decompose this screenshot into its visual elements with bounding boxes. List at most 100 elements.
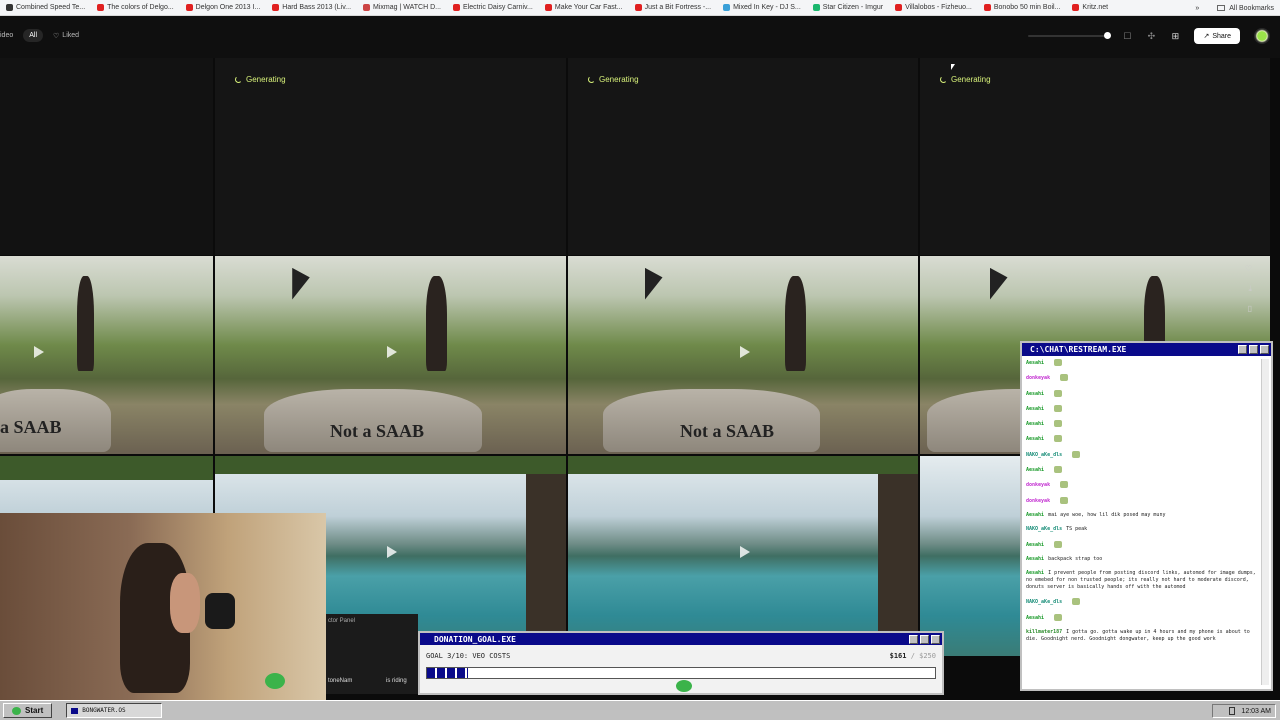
pirate-figure <box>76 275 94 371</box>
chat-username[interactable]: Aesahi <box>1026 406 1044 412</box>
youtube-icon <box>544 4 552 11</box>
emote-icon <box>1054 389 1063 397</box>
grid-cell-generating[interactable]: Generating <box>568 58 918 255</box>
donation-progress-bar <box>426 667 936 679</box>
share-button[interactable]: ↗ Share <box>1194 28 1240 44</box>
play-icon[interactable] <box>740 346 750 358</box>
bookmark-item[interactable]: Kritz.net <box>1066 0 1114 15</box>
emote-icon <box>1054 420 1063 428</box>
mixmag-icon <box>363 4 371 11</box>
chat-message: donkeyak <box>1026 374 1259 382</box>
donation-amount: $161 / $250 <box>890 652 936 660</box>
video-thumbnail[interactable]: Not a SAAB <box>568 256 918 454</box>
chat-username[interactable]: donkeyak <box>1026 375 1050 381</box>
chat-username[interactable]: Aesahi <box>1026 615 1044 621</box>
grid-cell-empty[interactable] <box>0 58 213 255</box>
bookmark-item[interactable]: Combined Speed Te... <box>0 0 91 15</box>
bookmark-item[interactable]: Villalobos - Fizheuo... <box>889 0 978 15</box>
play-icon[interactable] <box>387 546 397 558</box>
settings-icon[interactable]: ✣ <box>1146 31 1156 41</box>
donation-window[interactable]: DONATION_GOAL.EXE GOAL 3/10: VEO COSTS $… <box>418 631 944 695</box>
chat-window[interactable]: C:\CHAT\RESTREAM.EXE Aesahi donkeyak Aesah… <box>1020 341 1273 691</box>
chat-message: NAKO_aKe_dls TS peak <box>1026 526 1259 533</box>
close-button[interactable] <box>931 635 940 644</box>
play-icon[interactable] <box>387 346 397 358</box>
chat-message: NAKO_aKe_dls <box>1026 598 1259 606</box>
minimize-button[interactable] <box>1238 345 1247 354</box>
chat-scrollbar[interactable] <box>1261 359 1269 685</box>
heart-icon[interactable]: ♡ <box>1245 264 1252 273</box>
close-button[interactable] <box>1260 345 1269 354</box>
youtube-icon <box>895 4 903 11</box>
streamer-face <box>170 573 200 633</box>
chat-username[interactable]: donkeyak <box>1026 498 1050 504</box>
chat-message: Aesahi backpack strap too <box>1026 556 1259 563</box>
avatar[interactable] <box>1254 28 1270 44</box>
window-controls <box>1238 345 1269 354</box>
tree-trunk <box>526 456 566 656</box>
video-thumbnail[interactable]: Not a SAAB <box>215 256 566 454</box>
trash-icon[interactable]: ▯ <box>1248 304 1252 313</box>
grid-view-icon[interactable]: ⊞ <box>1170 31 1180 41</box>
bookmark-item[interactable]: Make Your Car Fast... <box>539 0 629 15</box>
start-button[interactable]: Start <box>3 703 53 718</box>
video-thumbnail[interactable] <box>920 456 1020 656</box>
download-icon[interactable]: ⤓ <box>1248 284 1252 294</box>
chat-username[interactable]: Aesahi <box>1026 360 1044 366</box>
bookmark-item[interactable]: Hard Bass 2013 (Liv... <box>266 0 357 15</box>
panel-name: toneNam <box>328 678 353 684</box>
filter-all-tab[interactable]: All <box>23 29 44 42</box>
youtube-icon <box>1072 4 1080 11</box>
chat-username[interactable]: donkeyak <box>1026 482 1050 488</box>
maximize-button[interactable] <box>1249 345 1258 354</box>
list-view-icon[interactable]: ☐ <box>1122 31 1132 41</box>
minimize-button[interactable] <box>909 635 918 644</box>
bookmark-item[interactable]: Delgon One 2013 I... <box>180 0 267 15</box>
donation-titlebar[interactable]: DONATION_GOAL.EXE <box>420 633 942 645</box>
chat-username[interactable]: NAKO_aKe_dls <box>1026 452 1062 458</box>
grid-cell-generating[interactable]: Generating <box>215 58 566 255</box>
chat-username[interactable]: Aesahi <box>1026 391 1044 397</box>
taskbar-item[interactable]: BONGWATER.OS <box>66 703 163 718</box>
window-icon <box>71 707 79 714</box>
spinner-icon <box>940 76 947 83</box>
bookmark-item[interactable]: Mixed In Key - DJ S... <box>717 0 807 15</box>
bookmark-item[interactable]: Star Citizen - Imgur <box>807 0 889 15</box>
chat-username[interactable]: Aesahi <box>1026 556 1044 562</box>
all-bookmarks-link[interactable]: All Bookmarks <box>1229 5 1274 12</box>
chat-titlebar[interactable]: C:\CHAT\RESTREAM.EXE <box>1022 343 1271 356</box>
filter-liked-tab[interactable]: ♡ Liked <box>53 32 79 40</box>
bookmark-item[interactable]: The colors of Delgo... <box>91 0 180 15</box>
filter-video-tab[interactable]: ideo <box>0 32 13 39</box>
bookmark-item[interactable]: Mixmag | WATCH D... <box>357 0 447 15</box>
mouse-cursor <box>951 64 955 70</box>
play-icon[interactable] <box>740 546 750 558</box>
zoom-slider-knob[interactable] <box>1104 32 1112 39</box>
bookmarks-overflow-icon[interactable]: » <box>1195 5 1199 12</box>
emote-icon <box>1054 613 1063 621</box>
chat-username[interactable]: NAKO_aKe_dls <box>1026 526 1062 532</box>
frog-icon <box>265 673 285 689</box>
play-icon[interactable] <box>34 346 44 358</box>
maximize-button[interactable] <box>920 635 929 644</box>
chat-username[interactable]: Aesahi <box>1026 467 1044 473</box>
chat-username[interactable]: Aesahi <box>1026 542 1044 548</box>
frog-icon <box>676 680 692 692</box>
chat-username[interactable]: NAKO_aKe_dls <box>1026 599 1062 605</box>
zoom-slider[interactable] <box>1028 32 1112 39</box>
emote-icon <box>1060 374 1069 382</box>
chat-username[interactable]: killmater187 <box>1026 629 1062 635</box>
bookmark-item[interactable]: Electric Daisy Carniv... <box>447 0 539 15</box>
video-thumbnail[interactable]: a SAAB <box>0 256 213 454</box>
bookmark-item[interactable]: Just a Bit Fortress -... <box>629 0 718 15</box>
chat-username[interactable]: Aesahi <box>1026 512 1044 518</box>
tray-icon[interactable] <box>1229 707 1236 715</box>
video-thumbnail[interactable] <box>568 456 918 656</box>
chat-username[interactable]: Aesahi <box>1026 570 1044 576</box>
grid-cell-generating[interactable]: Generating <box>920 58 1270 255</box>
chat-username[interactable]: Aesahi <box>1026 436 1044 442</box>
bookmark-item[interactable]: Bonobo 50 min Boil... <box>978 0 1067 15</box>
chat-username[interactable]: Aesahi <box>1026 421 1044 427</box>
flag-shape <box>990 267 1008 300</box>
tree-branch <box>215 456 566 474</box>
